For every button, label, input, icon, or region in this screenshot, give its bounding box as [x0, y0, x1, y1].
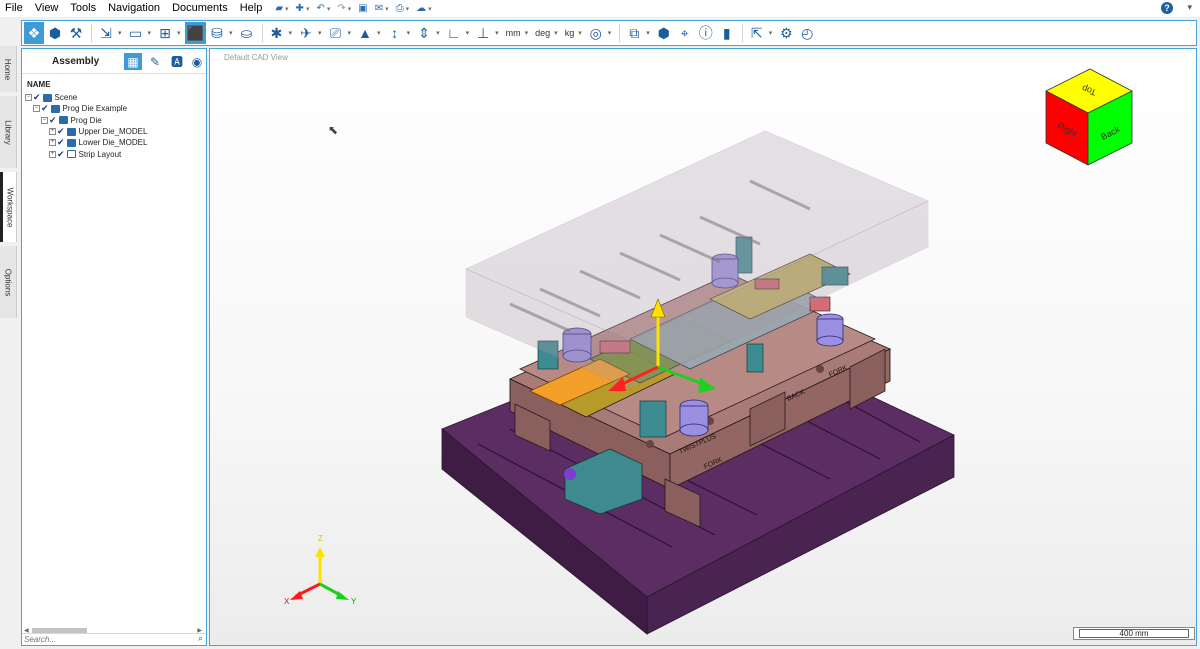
collapse-icon[interactable]: − [25, 94, 32, 102]
checkbox-checked-icon[interactable]: ✔ [49, 115, 57, 126]
triad-y-label: Y [351, 597, 357, 606]
measure-distance-icon[interactable]: ⇕ [414, 22, 434, 44]
save-icon[interactable]: ▣ [358, 3, 367, 14]
tab-workspace[interactable]: Workspace [0, 172, 17, 242]
print-icon[interactable]: ⎙ ▾ [396, 3, 410, 14]
open-folder-icon[interactable]: ▰ ▾ [275, 3, 288, 14]
redo-icon[interactable]: ↷ ▾ [337, 3, 351, 14]
side-tabs: Home Library Workspace Options [0, 46, 17, 649]
cylinder-icon[interactable]: ⛁ [207, 22, 227, 44]
performance-icon[interactable]: ◴ [797, 22, 817, 44]
tab-options[interactable]: Options [0, 246, 17, 318]
checkbox-checked-icon[interactable]: ✔ [41, 103, 49, 114]
folder-icon [42, 93, 52, 102]
expand-icon[interactable]: + [49, 150, 56, 158]
email-icon[interactable]: ✉ ▾ [375, 3, 389, 14]
tree-node-upper-die[interactable]: + ✔ Upper Die_MODEL [25, 126, 205, 137]
menu-tools[interactable]: Tools [64, 0, 102, 17]
edit-note-icon[interactable]: ✎ [146, 53, 164, 70]
globe-icon[interactable]: ◎ [586, 22, 606, 44]
collapse-icon[interactable]: − [33, 105, 40, 113]
visibility-eye-icon[interactable]: ◉ [188, 53, 206, 70]
export-icon[interactable]: ⇱ [747, 22, 767, 44]
menu-documents[interactable]: Documents [166, 0, 234, 17]
menu-bar: File View Tools Navigation Documents Hel… [0, 0, 1200, 17]
axis-triad: Z X Y [284, 534, 357, 606]
unit-angle-select[interactable]: deg [532, 28, 553, 38]
screenshot-icon[interactable]: ⎚ [326, 22, 346, 44]
triad-z-label: Z [318, 534, 323, 543]
panel-header: Assembly ▦ ✎ 🅰 ◉ [22, 49, 206, 74]
tree-node-scene[interactable]: − ✔ Scene [25, 92, 205, 103]
tree-node-prog-die[interactable]: − ✔ Prog Die [25, 115, 205, 126]
share-icon[interactable]: ☁ ▾ [416, 3, 432, 14]
assembly-tree: − ✔ Scene − ✔ Prog Die Example − ✔ Prog … [25, 92, 205, 160]
tab-library[interactable]: Library [0, 96, 17, 168]
shaded-cube-icon[interactable]: ⬛ [184, 22, 206, 44]
angle-tool-icon[interactable]: ∟ [444, 22, 464, 44]
bounding-box-icon[interactable]: ⧉ [624, 22, 644, 44]
cube-view-icon[interactable]: ⬢ [654, 22, 674, 44]
expand-icon[interactable]: + [49, 128, 56, 136]
checkbox-checked-icon[interactable]: ✔ [57, 137, 65, 148]
collapse-icon[interactable]: − [41, 116, 48, 124]
settings-gear-icon[interactable]: ⚙ [776, 22, 796, 44]
tab-home[interactable]: Home [0, 46, 17, 92]
info-icon[interactable]: ⓘ [696, 22, 716, 44]
folder-icon [66, 138, 76, 147]
menu-view[interactable]: View [29, 0, 65, 17]
select-assembly-icon[interactable]: ❖ [24, 22, 44, 44]
menu-file[interactable]: File [0, 0, 29, 17]
camera-icon[interactable]: ✈ [296, 22, 316, 44]
statistics-icon[interactable]: ▮ [717, 22, 737, 44]
folder-icon [50, 104, 60, 113]
magic-wand-icon[interactable]: ⚒ [66, 22, 86, 44]
checkbox-checked-icon[interactable]: ✔ [33, 92, 41, 103]
help-icon[interactable]: ? [1161, 2, 1173, 14]
search-input[interactable] [24, 634, 190, 645]
part-icon [66, 150, 76, 159]
mass-tool-icon[interactable]: ⊥ [473, 22, 493, 44]
panel-title: Assembly [52, 56, 100, 67]
cad-model-render: TWISTPLUS FORK BACK FORK Z X Y Top Right… [284, 68, 1133, 635]
3d-viewport[interactable]: Default CAD View ⬉ TWISTPLUS FORK BACK F… [209, 48, 1197, 646]
undo-icon[interactable]: ↶ ▾ [316, 3, 330, 14]
main-toolbar: ❖ ⬢ ⚒ ⇲ ▾ ▭ ▾ ⊞ ▾ ⬛ ⛁ ▾ ⛀ ✱ ▾ ✈ ▾ ⎚ ▾ ▲ ▾ ↕ ▾ ⇕ ▾ … [21, 20, 1197, 46]
display-mode-icon[interactable]: ▭ [126, 22, 146, 44]
measure-angle-icon[interactable]: ▲ [355, 22, 375, 44]
tree-node-lower-die[interactable]: + ✔ Lower Die_MODEL [25, 137, 205, 148]
unit-length-select[interactable]: mm [503, 28, 524, 38]
measure-height-icon[interactable]: ↕ [385, 22, 405, 44]
tree-node-strip-layout[interactable]: + ✔ Strip Layout [25, 148, 205, 159]
search-icon[interactable]: ⌕ [198, 633, 203, 644]
folder-icon [58, 116, 68, 125]
folder-icon [66, 127, 76, 136]
import-icon[interactable]: ⇲ [96, 22, 116, 44]
scale-bar: 400 mm [1073, 627, 1195, 640]
column-header-name: NAME [27, 80, 51, 89]
select-part-icon[interactable]: ⬢ [45, 22, 65, 44]
triad-x-label: X [284, 597, 290, 606]
assembly-panel: Assembly ▦ ✎ 🅰 ◉ NAME − ✔ Scene − ✔ Prog… [21, 48, 207, 646]
navigation-cube[interactable]: Top Right Back [1045, 68, 1133, 166]
menu-help[interactable]: Help [234, 0, 269, 17]
tree-node-prog-die-example[interactable]: − ✔ Prog Die Example [25, 103, 205, 114]
unit-mass-select[interactable]: kg [562, 28, 578, 38]
expand-icon[interactable]: + [49, 139, 56, 147]
checkbox-checked-icon[interactable]: ✔ [57, 149, 65, 160]
checkbox-checked-icon[interactable]: ✔ [57, 126, 65, 137]
annotation-icon[interactable]: 🅰 [168, 53, 186, 70]
explode-icon[interactable]: ✱ [267, 22, 287, 44]
new-document-icon[interactable]: ✚ ▾ [296, 3, 310, 14]
layout-grid-icon[interactable]: ⊞ [155, 22, 175, 44]
point-tool-icon[interactable]: ⌖ [675, 22, 695, 44]
collapse-ribbon-icon[interactable]: ▾ [1187, 2, 1192, 13]
layers-icon[interactable]: ⛀ [237, 22, 257, 44]
scale-bar-label: 400 mm [1079, 629, 1189, 638]
menu-navigation[interactable]: Navigation [102, 0, 166, 17]
assembly-grid-icon[interactable]: ▦ [124, 53, 142, 70]
search-box: ⌕ [22, 633, 206, 645]
